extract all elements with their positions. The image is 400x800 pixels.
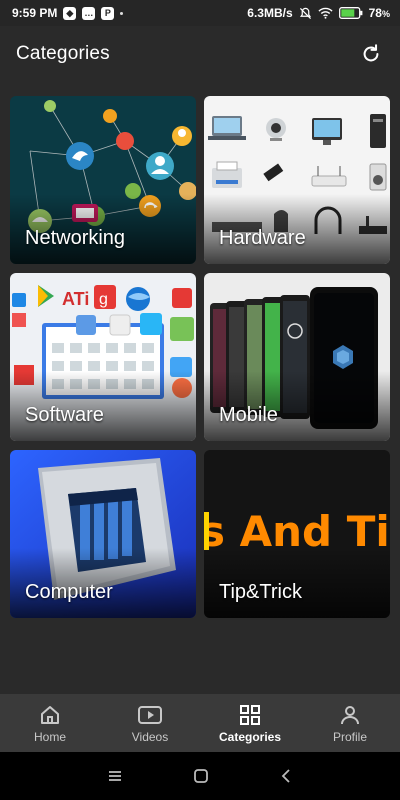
app-bar: Categories <box>0 26 400 82</box>
mute-bell-icon <box>299 7 311 19</box>
category-label: Software <box>25 404 104 426</box>
battery-icon <box>338 7 363 19</box>
category-card-networking[interactable]: Networking <box>10 96 196 264</box>
category-card-mobile[interactable]: Mobile <box>204 273 390 441</box>
vpn-shield-icon: ◆ <box>63 6 77 20</box>
category-label: Mobile <box>219 404 278 426</box>
nav-label: Categories <box>218 729 282 744</box>
home-icon <box>41 705 59 724</box>
category-label: Networking <box>25 227 126 249</box>
category-label: Hardware <box>219 227 306 249</box>
home-system-button[interactable] <box>193 768 209 784</box>
category-card-software[interactable]: ATi g Software <box>10 273 196 441</box>
system-navigation-bar <box>0 752 400 800</box>
recent-apps-button[interactable] <box>107 769 123 783</box>
nav-profile[interactable]: Profile <box>300 694 400 752</box>
wifi-icon <box>318 7 333 19</box>
nav-home[interactable]: Home <box>0 694 100 752</box>
nav-categories[interactable]: Categories <box>200 694 300 752</box>
page-title: Categories <box>16 43 110 64</box>
svg-text:g: g <box>99 291 108 308</box>
refresh-icon <box>363 44 379 62</box>
person-icon <box>341 705 359 724</box>
refresh-button[interactable] <box>356 39 386 69</box>
nav-videos[interactable]: Videos <box>100 694 200 752</box>
clock: 9:59 PM <box>12 6 58 20</box>
category-label: Tip&Trick <box>219 581 302 603</box>
video-play-icon <box>138 705 162 724</box>
category-grid: Networking Hardware ATi g Software Mobil… <box>10 96 390 618</box>
nav-label: Profile <box>332 729 367 744</box>
status-bar: 9:59 PM ◆ … P 6.3MB/s 78% <box>0 0 400 26</box>
nav-label: Home <box>33 729 66 744</box>
category-card-tip-trick[interactable]: s And Ti Tip&Trick <box>204 450 390 618</box>
message-icon: … <box>82 6 96 20</box>
battery-level: 78 <box>368 6 382 20</box>
network-speed: 6.3MB/s <box>247 6 293 20</box>
bottom-navigation: Home Videos Categories Profile <box>0 694 400 752</box>
nav-label: Videos <box>131 729 169 744</box>
p-app-icon: P <box>101 6 115 20</box>
more-notifications-icon <box>120 11 124 15</box>
category-card-computer[interactable]: Computer <box>10 450 196 618</box>
category-label: Computer <box>25 581 113 603</box>
grid-icon <box>240 704 260 725</box>
category-card-hardware[interactable]: Hardware <box>204 96 390 264</box>
svg-text:ATi: ATi <box>62 289 89 309</box>
back-button[interactable] <box>279 768 293 784</box>
